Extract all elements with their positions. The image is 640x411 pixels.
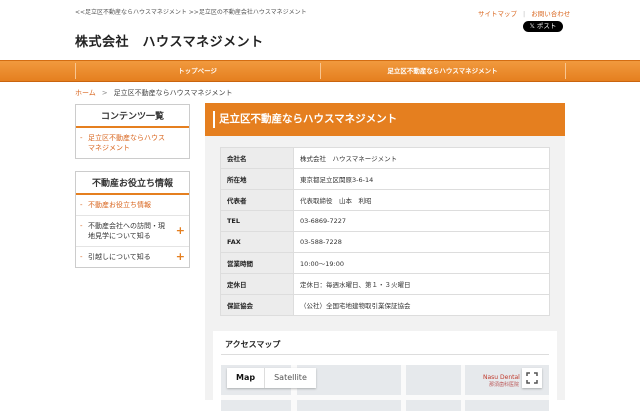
map-tab-map[interactable]: Map bbox=[227, 368, 266, 388]
sidebar: コンテンツ一覧 - 足立区不動産ならハウスマネジメント 不動産お役立ち情報 - … bbox=[75, 104, 190, 280]
site-title[interactable]: 株式会社 ハウスマネジメント bbox=[75, 31, 264, 50]
fullscreen-icon bbox=[526, 372, 538, 384]
breadcrumb-home-link[interactable]: ホーム bbox=[75, 89, 96, 97]
contents-menu-title: コンテンツ一覧 bbox=[76, 105, 189, 128]
access-map-section: アクセスマップ Map Satellite Nasu Dental Cl 那須歯… bbox=[213, 331, 557, 411]
table-value: 03-588-7228 bbox=[293, 231, 550, 253]
table-row: TEL 03-6869-7227 bbox=[220, 210, 550, 232]
table-row: 定休日 定休日：毎週水曜日、第１・３火曜日 bbox=[220, 273, 550, 295]
sidebar-item-label: 足立区不動産ならハウスマネジメント bbox=[88, 134, 165, 152]
page-title-text: 足立区不動産ならハウスマネジメント bbox=[219, 113, 398, 125]
divider bbox=[221, 354, 549, 355]
map-road bbox=[221, 395, 549, 400]
sidebar-item-info[interactable]: - 不動産お役立ち情報 bbox=[76, 195, 189, 216]
map-tab-satellite[interactable]: Satellite bbox=[265, 368, 316, 388]
contact-link[interactable]: お問い合わせ bbox=[531, 10, 570, 18]
title-accent-bar bbox=[213, 111, 215, 128]
contents-menu: コンテンツ一覧 - 足立区不動産ならハウスマネジメント bbox=[75, 104, 190, 159]
expand-plus-icon[interactable]: + bbox=[176, 225, 185, 236]
bullet-dash: - bbox=[80, 134, 83, 142]
sidebar-item-label: 不動産会社への訪問・現地見学について知る bbox=[88, 222, 165, 240]
table-value: 03-6869-7227 bbox=[293, 210, 550, 232]
map-poi-label: Nasu Dental Cl bbox=[483, 374, 528, 381]
table-row: 保証協会 （公社）全国宅地建物取引業保証協会 bbox=[220, 294, 550, 316]
info-menu-title: 不動産お役立ち情報 bbox=[76, 172, 189, 195]
table-value: 代表取締役 山本 利昭 bbox=[293, 189, 550, 211]
company-info-table: 会社名 株式会社 ハウスマネージメント 所在地 東京都足立区関原3-6-14 代表者… bbox=[220, 147, 550, 316]
table-row: FAX 03-588-7228 bbox=[220, 231, 550, 253]
sitemap-link[interactable]: サイトマップ bbox=[478, 10, 517, 18]
table-value: 10:00〜19:00 bbox=[293, 252, 550, 274]
breadcrumb-current: 足立区不動産ならハウスマネジメント bbox=[113, 89, 233, 97]
page-title: 足立区不動産ならハウスマネジメント bbox=[205, 103, 565, 136]
company-info-panel: 会社名 株式会社 ハウスマネージメント 所在地 東京都足立区関原3-6-14 代表者… bbox=[205, 136, 565, 411]
table-label: 保証協会 bbox=[220, 294, 294, 316]
sidebar-item-moving[interactable]: - 引越しについて知る + bbox=[76, 247, 189, 267]
sidebar-item-label: 引越しについて知る bbox=[88, 253, 151, 261]
access-map-title: アクセスマップ bbox=[225, 340, 281, 349]
utility-links: サイトマップ | お問い合わせ bbox=[478, 8, 576, 18]
divider: | bbox=[523, 10, 526, 18]
breadcrumb-separator: > bbox=[101, 89, 108, 97]
table-label: TEL bbox=[220, 210, 294, 232]
table-label: 定休日 bbox=[220, 273, 294, 295]
table-value: 株式会社 ハウスマネージメント bbox=[293, 147, 550, 169]
google-map[interactable]: Map Satellite Nasu Dental Cl 那須歯科医院 bbox=[221, 365, 549, 411]
table-label: FAX bbox=[220, 231, 294, 253]
nav-divider bbox=[565, 63, 566, 79]
table-label: 所在地 bbox=[220, 168, 294, 190]
nav-item-top[interactable]: トップページ bbox=[75, 61, 320, 81]
table-label: 代表者 bbox=[220, 189, 294, 211]
map-poi-sublabel: 那須歯科医院 bbox=[489, 382, 520, 388]
sidebar-item-visit[interactable]: - 不動産会社への訪問・現地見学について知る + bbox=[76, 216, 189, 247]
sidebar-item-adachi[interactable]: - 足立区不動産ならハウスマネジメント bbox=[76, 128, 189, 158]
table-label: 会社名 bbox=[220, 147, 294, 169]
bullet-dash: - bbox=[80, 201, 83, 209]
table-row: 営業時間 10:00〜19:00 bbox=[220, 252, 550, 274]
map-road bbox=[461, 365, 465, 411]
nav-item-adachi[interactable]: 足立区不動産ならハウスマネジメント bbox=[320, 61, 565, 81]
table-row: 所在地 東京都足立区関原3-6-14 bbox=[220, 168, 550, 190]
table-value: 定休日：毎週水曜日、第１・３火曜日 bbox=[293, 273, 550, 295]
fullscreen-button[interactable] bbox=[522, 368, 542, 388]
bullet-dash: - bbox=[80, 253, 83, 261]
table-row: 代表者 代表取締役 山本 利昭 bbox=[220, 189, 550, 211]
table-value: （公社）全国宅地建物取引業保証協会 bbox=[293, 294, 550, 316]
bullet-dash: - bbox=[80, 222, 83, 230]
map-type-control: Map Satellite bbox=[227, 368, 316, 388]
expand-plus-icon[interactable]: + bbox=[176, 251, 185, 262]
header: <<足立区不動産ならハウスマネジメント >>足立区の不動産会社ハウスマネジメント… bbox=[0, 0, 640, 60]
map-road bbox=[401, 365, 406, 411]
table-row: 会社名 株式会社 ハウスマネージメント bbox=[220, 147, 550, 169]
sidebar-item-label: 不動産お役立ち情報 bbox=[88, 201, 151, 209]
global-nav: トップページ 足立区不動産ならハウスマネジメント bbox=[0, 60, 640, 82]
top-breadcrumb-links[interactable]: <<足立区不動産ならハウスマネジメント >>足立区の不動産会社ハウスマネジメント bbox=[75, 7, 307, 16]
x-post-button[interactable]: 𝕏 ポスト bbox=[523, 21, 563, 32]
info-menu: 不動産お役立ち情報 - 不動産お役立ち情報 - 不動産会社への訪問・現地見学につ… bbox=[75, 171, 190, 268]
breadcrumb: ホーム > 足立区不動産ならハウスマネジメント bbox=[75, 88, 232, 98]
table-value: 東京都足立区関原3-6-14 bbox=[293, 168, 550, 190]
table-label: 営業時間 bbox=[220, 252, 294, 274]
